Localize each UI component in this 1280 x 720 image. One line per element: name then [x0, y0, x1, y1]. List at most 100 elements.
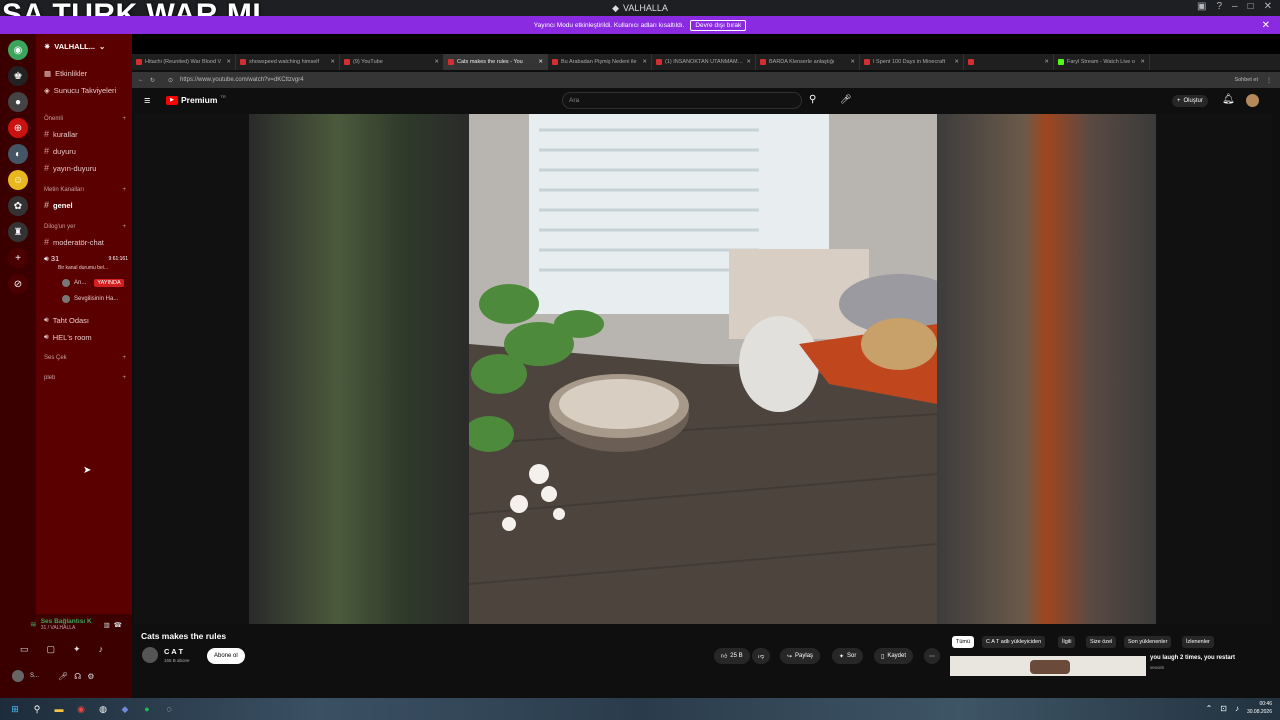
save-button[interactable]: ▯ Kaydet	[874, 648, 913, 664]
microphone-icon[interactable]: 🎤︎	[58, 672, 68, 681]
recommendation-thumbnail[interactable]	[950, 656, 1146, 676]
category-important[interactable]: Önemli +	[44, 116, 126, 122]
channel-announcement[interactable]: # duyuru	[44, 146, 76, 156]
voice-user[interactable]: Sevgilisinin Ha...	[62, 295, 118, 303]
avatar[interactable]	[1246, 94, 1259, 107]
youtube-logo[interactable]: ▶ Premium TR	[166, 94, 226, 105]
disable-streamer-mode-button[interactable]: Devre dışı bırak	[690, 19, 747, 31]
tab-close-icon[interactable]: ✕	[642, 59, 647, 65]
avatar[interactable]	[142, 647, 158, 663]
add-server-icon[interactable]: +	[8, 248, 28, 268]
headphones-icon[interactable]: ☊	[74, 672, 81, 681]
hamburger-icon[interactable]: ≡	[144, 95, 150, 107]
server-icon[interactable]: ●	[8, 92, 28, 112]
activity-icon[interactable]: ✦	[73, 644, 81, 655]
filter-chip[interactable]: C A T adlı yükleyiciden	[982, 636, 1046, 648]
tab-close-icon[interactable]: ✕	[954, 59, 959, 65]
folder-icon[interactable]: ▬	[52, 702, 66, 716]
settings-icon[interactable]: ⚙	[87, 672, 94, 681]
filter-chip[interactable]: Son yüklenenler	[1124, 636, 1172, 648]
server-name[interactable]: ✷ VALHALL... ⌄	[44, 42, 105, 51]
channel-name[interactable]: C A T	[164, 647, 183, 656]
like-button[interactable]: 👍︎ 25 B	[714, 648, 750, 664]
channel-moderator-chat[interactable]: # moderatör-chat	[44, 237, 104, 247]
site-info-icon[interactable]: ⊙	[168, 77, 173, 84]
tab-close-icon[interactable]: ✕	[1140, 59, 1145, 65]
server-icon[interactable]: ♜	[8, 222, 28, 242]
channel-general[interactable]: # genel	[44, 200, 73, 210]
category-text-channels[interactable]: Metin Kanalları +	[44, 187, 126, 193]
server-icon[interactable]: ♚	[8, 66, 28, 86]
back-icon[interactable]: ←	[138, 77, 144, 83]
channel-events[interactable]: ▦ Etkinlikler	[44, 69, 87, 78]
browser-tab[interactable]: Hitachi (Reunited) War Blood V ✕	[132, 54, 236, 70]
subscribe-button[interactable]: Abone ol	[207, 648, 245, 664]
url-field[interactable]: https://www.youtube.com/watch?v=dKCttzvg…	[180, 77, 304, 83]
app-icon[interactable]: ◌	[162, 702, 176, 716]
help-icon[interactable]: ?	[1216, 1, 1222, 12]
browser-tab[interactable]: Bu Arabadan Pişmiş Nedeni ile ✕	[548, 54, 652, 70]
server-icon[interactable]: ◐	[8, 144, 28, 164]
browser-tab[interactable]: (9) YouTube ✕	[340, 54, 444, 70]
network-icon[interactable]: ⊡	[1220, 704, 1227, 713]
search-icon[interactable]: ⚲	[30, 702, 44, 716]
filter-chip[interactable]: İzlenenler	[1182, 636, 1214, 648]
search-icon[interactable]: ⚲	[809, 94, 816, 105]
category-dilog[interactable]: Dilog'un yer +	[44, 224, 126, 230]
dislike-button[interactable]: 👎︎	[752, 648, 771, 664]
notifications-icon[interactable]: 🔔︎	[1222, 94, 1235, 105]
voice-user[interactable]: An... YAYINDA	[62, 279, 124, 287]
filter-chip[interactable]: İlgili	[1058, 636, 1076, 648]
tab-close-icon[interactable]: ✕	[330, 59, 335, 65]
screen-share-icon[interactable]: ▢	[47, 644, 56, 655]
browser-tab[interactable]: Faryl Stream - Watch Live o ✕	[1054, 54, 1150, 70]
tab-close-icon[interactable]: ✕	[434, 59, 439, 65]
filter-chip[interactable]: Size özel	[1086, 636, 1117, 648]
voice-channel-31[interactable]: 🔊︎ 31 9:61:161	[44, 254, 128, 264]
add-channel-icon[interactable]: +	[122, 224, 126, 230]
spotify-icon[interactable]: ●	[140, 702, 154, 716]
more-actions-button[interactable]: ⋯	[924, 648, 940, 664]
voice-search-icon[interactable]: 🎤︎	[840, 94, 851, 105]
soundboard-icon[interactable]: ♪	[99, 644, 104, 655]
tab-close-icon[interactable]: ✕	[538, 59, 543, 65]
browser-tab[interactable]: ✕	[964, 54, 1054, 70]
tab-close-icon[interactable]: ✕	[746, 59, 751, 65]
volume-icon[interactable]: ♪	[1235, 704, 1239, 713]
filter-chip[interactable]: Tümü	[952, 636, 975, 648]
tab-close-icon[interactable]: ✕	[226, 59, 231, 65]
share-button[interactable]: ↪ Paylaş	[780, 648, 821, 664]
disconnect-icon[interactable]: ☎	[114, 621, 122, 629]
add-channel-icon[interactable]: +	[122, 116, 126, 122]
search-input[interactable]: Ara	[562, 92, 802, 109]
category-pleb[interactable]: pleb +	[44, 375, 126, 381]
maximize-icon[interactable]: □	[1248, 1, 1254, 12]
close-banner-icon[interactable]: ✕	[1262, 20, 1270, 31]
server-icon[interactable]: ✿	[8, 196, 28, 216]
server-icon[interactable]: ⊕	[8, 118, 28, 138]
discord-icon[interactable]: ◆	[118, 702, 132, 716]
channel-rules[interactable]: # kurallar	[44, 129, 78, 139]
create-button[interactable]: + Oluştur	[1172, 95, 1208, 107]
avatar[interactable]	[12, 670, 24, 682]
inbox-icon[interactable]: ▣	[1197, 1, 1206, 12]
ask-button[interactable]: ✦ Sor	[832, 648, 864, 664]
menu-icon[interactable]: ⋮	[1266, 77, 1272, 84]
tab-close-icon[interactable]: ✕	[1044, 59, 1049, 65]
add-channel-icon[interactable]: +	[122, 187, 126, 193]
channel-stream-announcement[interactable]: # yayın-duyuru	[44, 163, 96, 173]
windows-start-icon[interactable]: ⊞	[8, 702, 22, 716]
browser-tab[interactable]: Cats makes the rules - You ✕	[444, 54, 548, 70]
chrome-icon[interactable]: ◉	[74, 702, 88, 716]
chevron-up-icon[interactable]: ⌃	[1206, 704, 1213, 713]
steam-icon[interactable]: ◍	[96, 702, 110, 716]
server-icon[interactable]: ◉	[8, 40, 28, 60]
channel-boosts[interactable]: ◈ Sunucu Takviyeleri	[44, 86, 116, 95]
video-player[interactable]	[134, 114, 1272, 624]
browser-tab[interactable]: I Spent 100 Days in Minecraft ✕	[860, 54, 964, 70]
minimize-icon[interactable]: –	[1232, 1, 1238, 12]
browser-tab[interactable]: (1) İNSANOKTAN UTANMAMAK ✕	[652, 54, 756, 70]
server-icon[interactable]: ☺	[8, 170, 28, 190]
refresh-icon[interactable]: ↻	[150, 77, 155, 84]
browser-tab[interactable]: showspeed watching himself ✕	[236, 54, 340, 70]
